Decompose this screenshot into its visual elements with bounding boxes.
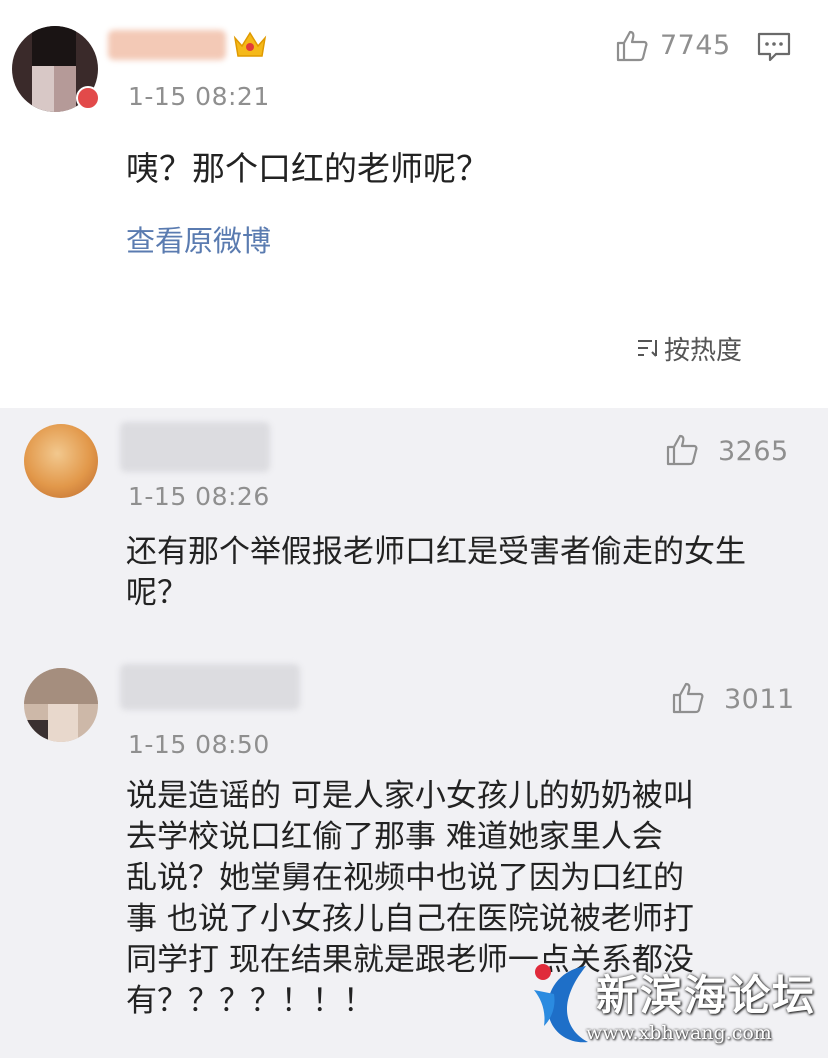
post-text: 咦？那个口红的老师呢？ — [126, 149, 489, 188]
comment-text-line: 呢？ — [126, 575, 188, 611]
watermark: 新滨海论坛 www.xbhwang.com — [528, 958, 824, 1054]
comment-text: 还有那个举假报老师口红是受害者偷走的女生 呢？ — [126, 532, 806, 614]
comment-text-line: 说是造谣的 可是人家小女孩儿的奶奶被叫 — [126, 778, 694, 814]
comment-timestamp: 1-15 08:50 — [128, 730, 270, 759]
comment-icon[interactable] — [756, 30, 792, 64]
comment-text-line: 乱说？她堂舅在视频中也说了因为口红的 — [126, 860, 684, 896]
avatar[interactable] — [24, 668, 98, 742]
thumbs-up-icon[interactable] — [614, 28, 650, 64]
thumbs-up-icon[interactable] — [664, 432, 700, 468]
watermark-url: www.xbhwang.com — [586, 1022, 772, 1044]
verified-badge — [76, 86, 100, 110]
post-timestamp: 1-15 08:21 — [128, 82, 270, 111]
view-original-link[interactable]: 查看原微博 — [126, 218, 271, 260]
username-blurred[interactable] — [108, 30, 226, 60]
comment-item: 3265 1-15 08:26 还有那个举假报老师口红是受害者偷走的女生 呢？ — [0, 408, 828, 648]
crown-icon — [233, 31, 267, 57]
like-count: 3265 — [718, 436, 789, 467]
comment-text-line: 去学校说口红偷了那事 难道她家里人会 — [126, 819, 663, 855]
username-blurred[interactable] — [120, 422, 270, 472]
like-count: 7745 — [660, 30, 731, 61]
like-count: 3011 — [724, 684, 795, 715]
avatar[interactable] — [24, 424, 98, 498]
thumbs-up-icon[interactable] — [670, 680, 706, 716]
sort-icon — [638, 340, 657, 357]
original-post-card: 1-15 08:21 7745 咦？那个口红的老师呢？ 查看原微博 按热度 — [0, 0, 828, 408]
watermark-title: 新滨海论坛 — [596, 971, 817, 1020]
username-blurred[interactable] — [120, 664, 300, 710]
comment-timestamp: 1-15 08:26 — [128, 482, 270, 511]
comment-text-line: 还有那个举假报老师口红是受害者偷走的女生 — [126, 534, 746, 570]
sort-label: 按热度 — [664, 336, 743, 366]
comment-text-line: 事 也说了小女孩儿自己在医院说被老师打 — [126, 901, 694, 937]
